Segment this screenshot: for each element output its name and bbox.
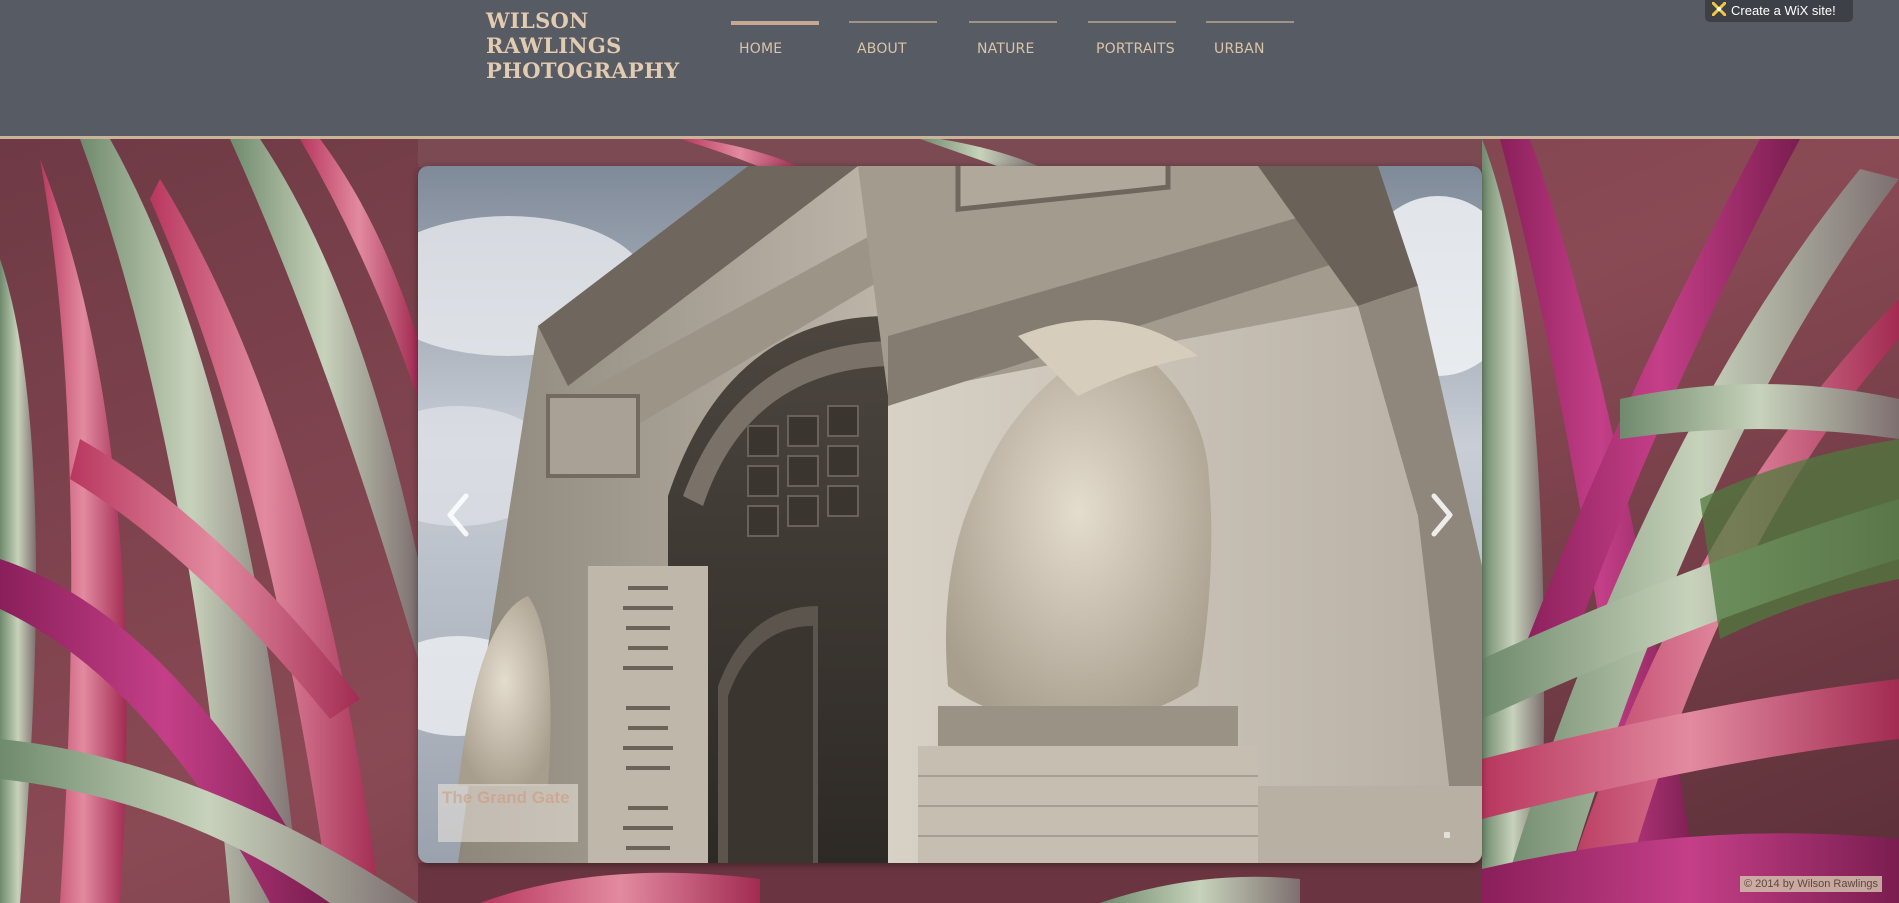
nav-item-portraits[interactable]: PORTRAITS xyxy=(1088,21,1176,63)
nav-item-nature[interactable]: NATURE xyxy=(969,21,1057,63)
site-title-line2: PHOTOGRAPHY xyxy=(486,58,680,83)
wix-x-icon xyxy=(1712,2,1726,16)
nav-item-home[interactable]: HOME xyxy=(731,21,819,65)
footer-copyright: © 2014 by Wilson Rawlings xyxy=(1740,876,1883,892)
chevron-left-icon xyxy=(447,493,469,537)
nav-item-label: ABOUT xyxy=(857,41,907,57)
nav-item-label: PORTRAITS xyxy=(1096,41,1175,57)
wix-badge-label: Create a WiX site! xyxy=(1731,3,1836,18)
slide-caption-title: The Grand Gate xyxy=(442,788,570,807)
nav-item-label: URBAN xyxy=(1214,41,1265,57)
page: WILSON RAWLINGS PHOTOGRAPHY HOME ABOUT N… xyxy=(0,0,1899,903)
nav-item-label: HOME xyxy=(739,41,783,57)
slideshow-next-button[interactable] xyxy=(1426,492,1458,538)
site-title-line1: WILSON RAWLINGS xyxy=(486,8,622,58)
nav-item-about[interactable]: ABOUT xyxy=(849,21,937,63)
nav-item-urban[interactable]: URBAN xyxy=(1206,21,1294,63)
slide-indicator xyxy=(1444,832,1450,838)
chevron-right-icon xyxy=(1431,493,1453,537)
photo-slideshow[interactable]: The Grand Gate xyxy=(418,166,1482,863)
nav-item-label: NATURE xyxy=(977,41,1035,57)
create-wix-site-badge[interactable]: Create a WiX site! xyxy=(1705,0,1853,22)
slideshow-prev-button[interactable] xyxy=(442,492,474,538)
site-title[interactable]: WILSON RAWLINGS PHOTOGRAPHY xyxy=(486,8,716,83)
slide-caption: The Grand Gate xyxy=(438,784,578,842)
slide-photo-arc-de-triomphe xyxy=(418,166,1482,863)
site-header: WILSON RAWLINGS PHOTOGRAPHY HOME ABOUT N… xyxy=(0,0,1899,136)
